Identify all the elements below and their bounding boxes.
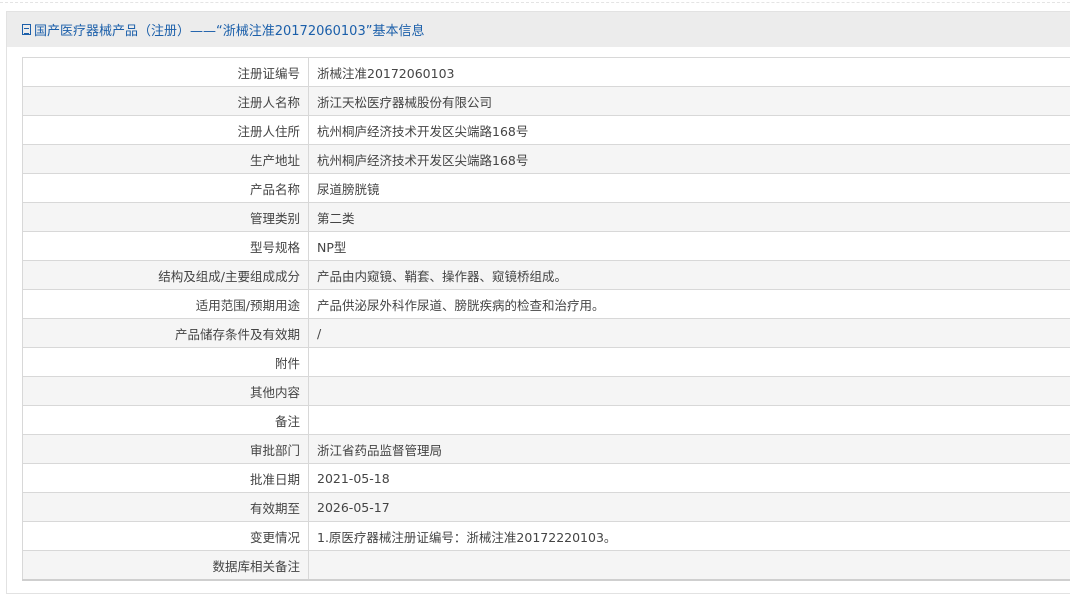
info-table: 注册证编号 浙械注准20172060103 注册人名称 浙江天松医疗器械股份有限公司注… (22, 57, 1070, 581)
field-label: 附件 (22, 347, 309, 377)
table-row: 数据库相关备注 (22, 550, 1070, 581)
field-value: 尿道膀胱镜 (308, 173, 1070, 203)
table-row: 备注 (22, 405, 1070, 435)
field-label: 有效期至 (22, 492, 309, 522)
field-label: 注册人名称 (22, 86, 309, 116)
field-label: 产品储存条件及有效期 (22, 318, 309, 348)
field-value: 2021-05-18 (308, 463, 1070, 493)
field-value (308, 347, 1070, 377)
field-value: / (308, 318, 1070, 348)
field-value: 浙械注准20172060103 (308, 57, 1070, 87)
table-row: 其他内容 (22, 376, 1070, 406)
field-label: 型号规格 (22, 231, 309, 261)
field-label: 注册证编号 (22, 57, 309, 87)
field-value: 浙江天松医疗器械股份有限公司 (308, 86, 1070, 116)
panel-header: 国产医疗器械产品（注册）——“浙械注准20172060103”基本信息 (7, 12, 1070, 47)
table-row: 型号规格 NP型 (22, 231, 1070, 261)
top-divider (0, 2, 1070, 3)
field-value: NP型 (308, 231, 1070, 261)
table-row: 附件 (22, 347, 1070, 377)
field-value: 2026-05-17 (308, 492, 1070, 522)
field-value: 杭州桐庐经济技术开发区尖端路168号 (308, 115, 1070, 145)
field-label: 生产地址 (22, 144, 309, 174)
field-value (308, 550, 1070, 581)
table-row: 变更情况 1.原医疗器械注册证编号：浙械注准20172220103。 (22, 521, 1070, 551)
field-value (308, 405, 1070, 435)
table-row: 注册人名称 浙江天松医疗器械股份有限公司 (22, 86, 1070, 116)
field-value: 浙江省药品监督管理局 (308, 434, 1070, 464)
field-label: 注册人住所 (22, 115, 309, 145)
table-row: 管理类别 第二类 (22, 202, 1070, 232)
field-label: 批准日期 (22, 463, 309, 493)
field-label: 适用范围/预期用途 (22, 289, 309, 319)
field-value: 1.原医疗器械注册证编号：浙械注准20172220103。 (308, 521, 1070, 551)
field-label: 管理类别 (22, 202, 309, 232)
field-label: 备注 (22, 405, 309, 435)
field-value: 产品供泌尿外科作尿道、膀胱疾病的检查和治疗用。 (308, 289, 1070, 319)
table-row: 批准日期 2021-05-18 (22, 463, 1070, 493)
page-title: 国产医疗器械产品（注册）——“浙械注准20172060103”基本信息 (34, 24, 425, 39)
field-value (308, 376, 1070, 406)
table-row: 注册人住所 杭州桐庐经济技术开发区尖端路168号 (22, 115, 1070, 145)
table-row: 结构及组成/主要组成成分 产品由内窥镜、鞘套、操作器、窥镜桥组成。 (22, 260, 1070, 290)
document-icon (22, 24, 31, 35)
field-label: 产品名称 (22, 173, 309, 203)
field-label: 数据库相关备注 (22, 550, 309, 581)
field-label: 结构及组成/主要组成成分 (22, 260, 309, 290)
field-value: 第二类 (308, 202, 1070, 232)
field-label: 其他内容 (22, 376, 309, 406)
table-row: 注册证编号 浙械注准20172060103 (22, 57, 1070, 87)
table-row: 适用范围/预期用途 产品供泌尿外科作尿道、膀胱疾病的检查和治疗用。 (22, 289, 1070, 319)
info-panel: 国产医疗器械产品（注册）——“浙械注准20172060103”基本信息 注册证编… (6, 11, 1070, 594)
table-row: 产品储存条件及有效期 / (22, 318, 1070, 348)
table-row: 审批部门 浙江省药品监督管理局 (22, 434, 1070, 464)
field-label: 变更情况 (22, 521, 309, 551)
field-label: 审批部门 (22, 434, 309, 464)
table-row: 产品名称 尿道膀胱镜 (22, 173, 1070, 203)
field-value: 产品由内窥镜、鞘套、操作器、窥镜桥组成。 (308, 260, 1070, 290)
table-row: 有效期至 2026-05-17 (22, 492, 1070, 522)
field-value: 杭州桐庐经济技术开发区尖端路168号 (308, 144, 1070, 174)
table-row: 生产地址 杭州桐庐经济技术开发区尖端路168号 (22, 144, 1070, 174)
